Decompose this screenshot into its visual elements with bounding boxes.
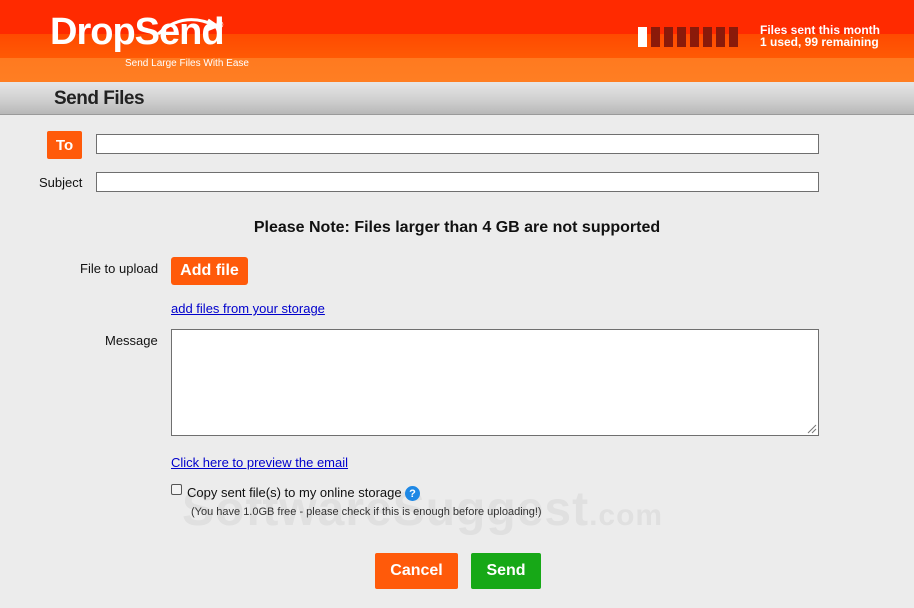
registered-mark: ® xyxy=(216,20,224,31)
file-upload-label: File to upload xyxy=(80,261,159,276)
file-size-note: Please Note: Files larger than 4 GB are … xyxy=(253,219,661,236)
app-header: DropSend ® Send Large Files With Ease Fi… xyxy=(0,0,914,82)
usage-meter-segment xyxy=(651,27,660,47)
send-arc-icon xyxy=(156,18,220,36)
cancel-button[interactable]: Cancel xyxy=(375,553,458,589)
usage-meter-segment xyxy=(716,27,725,47)
message-textarea[interactable] xyxy=(171,329,819,436)
copy-to-storage-label[interactable]: Copy sent file(s) to my online storage xyxy=(187,485,402,500)
subject-input[interactable] xyxy=(96,172,819,192)
resize-grip-icon[interactable] xyxy=(806,423,817,434)
dropsend-logo[interactable]: DropSend ® Send Large Files With Ease xyxy=(50,12,249,69)
help-icon[interactable]: ? xyxy=(405,486,420,501)
files-sent-status: 1 used, 99 remaining xyxy=(760,35,879,49)
files-sent-summary: Files sent this month 1 used, 99 remaini… xyxy=(760,24,880,48)
to-input[interactable] xyxy=(96,134,819,154)
storage-free-note: (You have 1.0GB free - please check if t… xyxy=(191,506,542,518)
preview-email-link[interactable]: Click here to preview the email xyxy=(171,455,348,470)
usage-meter-segment xyxy=(729,27,738,47)
page-title-bar: Send Files xyxy=(0,82,914,115)
watermark-suffix: .com xyxy=(589,499,664,532)
add-file-button[interactable]: Add file xyxy=(171,257,248,285)
subject-label: Subject xyxy=(39,175,83,190)
usage-meter-segment xyxy=(690,27,699,47)
logo-tagline: Send Large Files With Ease xyxy=(125,58,249,69)
to-button[interactable]: To xyxy=(47,131,82,159)
copy-to-storage-checkbox[interactable] xyxy=(171,484,182,495)
send-button[interactable]: Send xyxy=(471,553,541,589)
usage-meter-segment xyxy=(703,27,712,47)
usage-meter-segment xyxy=(664,27,673,47)
storage-files-link[interactable]: add files from your storage xyxy=(171,301,325,316)
page-title: Send Files xyxy=(54,88,145,109)
usage-meter-segment xyxy=(638,27,647,47)
message-label: Message xyxy=(105,333,158,348)
usage-meter xyxy=(638,27,738,47)
usage-meter-segment xyxy=(677,27,686,47)
